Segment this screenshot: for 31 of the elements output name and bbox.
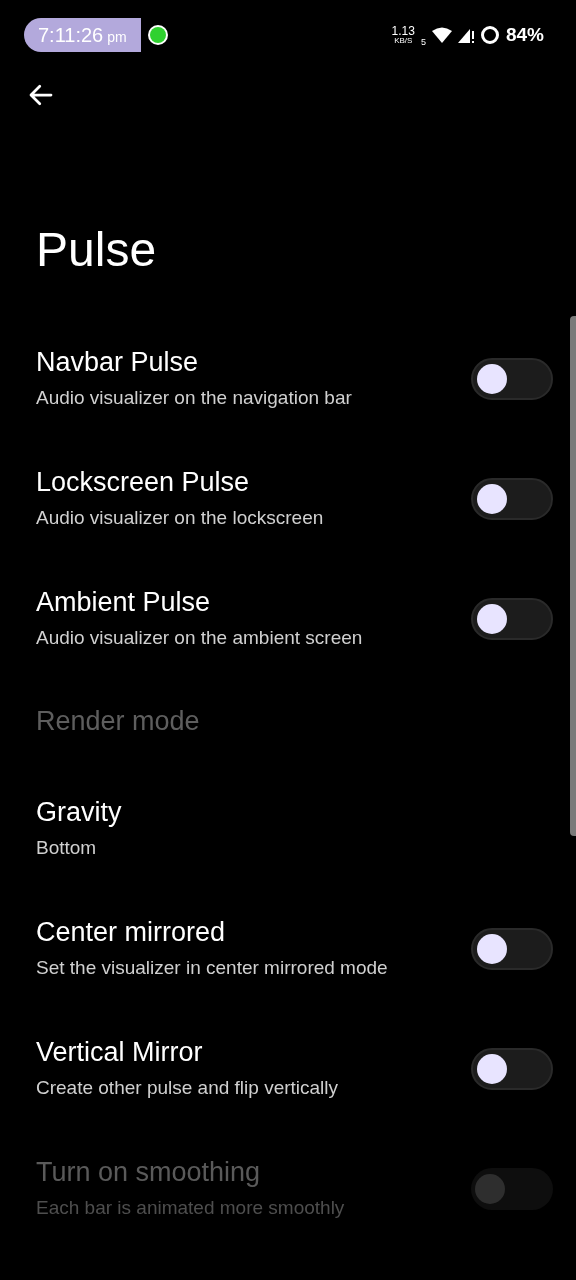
setting-subtitle: Set the visualizer in center mirrored mode (36, 956, 388, 980)
setting-subtitle: Audio visualizer on the navigation bar (36, 386, 352, 410)
setting-title: Center mirrored (36, 916, 227, 948)
setting-title: Ambient Pulse (36, 586, 212, 618)
battery-percent: 84% (505, 22, 544, 47)
toggle-switch[interactable] (471, 928, 553, 970)
setting-title: Lockscreen Pulse (36, 466, 251, 498)
speed-value: 1.13 (391, 25, 415, 37)
page-title: Pulse (36, 222, 158, 278)
setting-title: Turn on smoothing (36, 1156, 262, 1188)
setting-subtitle: Create other pulse and flip vertically (36, 1076, 339, 1100)
setting-subtitle: Audio visualizer on the lockscreen (36, 506, 324, 530)
toggle-switch[interactable] (471, 358, 553, 400)
toggle-switch[interactable] (471, 478, 553, 520)
time-text: 7:11:26 (38, 23, 104, 48)
section-header: Render mode (36, 705, 201, 737)
setting-title: Navbar Pulse (36, 346, 200, 378)
battery-ring-icon (479, 25, 500, 45)
setting-subtitle: Bottom (36, 836, 98, 860)
toggle-switch[interactable] (471, 1048, 553, 1090)
app-notification-icon (146, 24, 169, 46)
setting-subtitle: Audio visualizer on the ambient screen (36, 626, 363, 650)
toggle-switch[interactable] (471, 598, 553, 640)
signal-icon (457, 27, 474, 43)
setting-subtitle: Each bar is animated more smoothly (36, 1196, 345, 1220)
ampm-text: pm (107, 28, 127, 47)
wifi-band-label: 5 (420, 35, 426, 49)
setting-title: Vertical Mirror (36, 1036, 204, 1068)
setting-title: Gravity (36, 796, 122, 828)
wifi-icon (431, 27, 452, 43)
speed-unit: KB/S (394, 37, 413, 45)
